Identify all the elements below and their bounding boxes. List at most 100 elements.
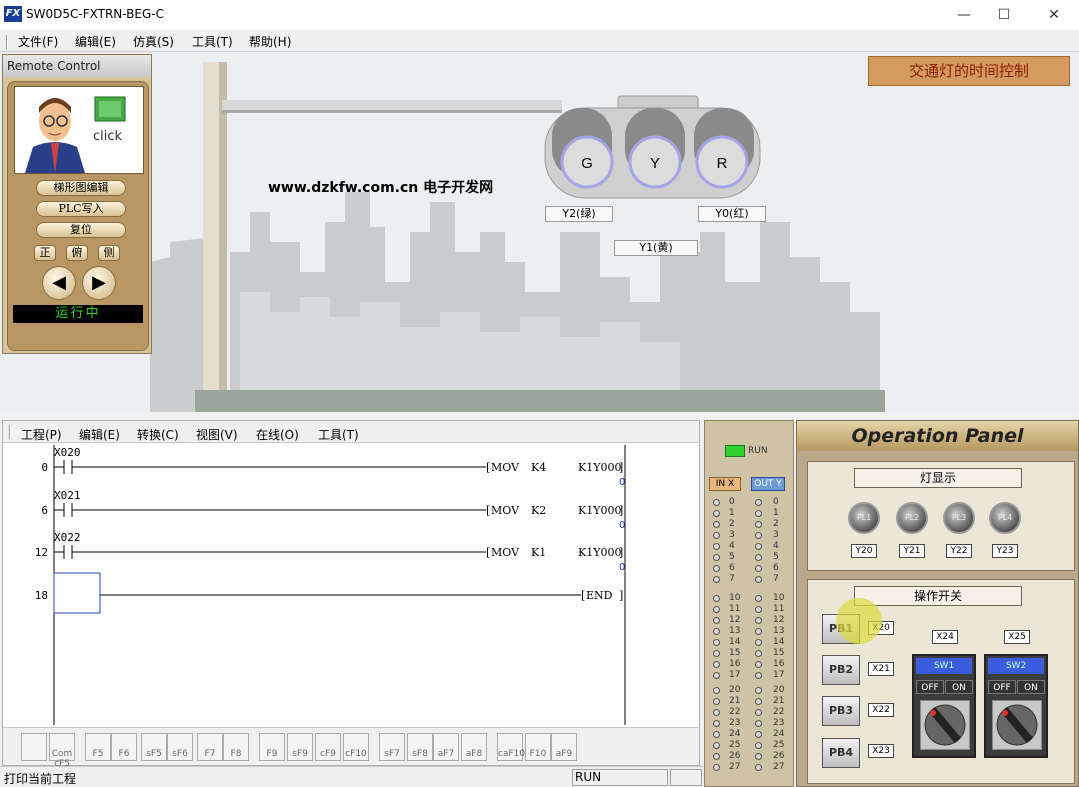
svg-text:X022: X022	[54, 531, 81, 544]
lamp-section: 灯显示 PL1 PL2 PL3 PL4 Y20 Y21 Y22 Y23	[807, 461, 1075, 571]
fkey-button[interactable]: aF8	[461, 733, 487, 761]
input-address-label: 4	[729, 541, 735, 551]
fkey-button[interactable]: F8	[223, 733, 249, 761]
switch-section: 操作开关 PB1 PB2 PB3 PB4 X20 X21 X22 X23 X24…	[807, 579, 1075, 784]
input-address-label: 2	[729, 519, 735, 529]
output-indicator-icon	[755, 554, 762, 561]
status-bar: 打印当前工程 RUN	[0, 766, 705, 787]
svg-text:0: 0	[41, 461, 48, 474]
red-label-tag: Y0(红)	[698, 206, 766, 222]
reset-button[interactable]: 复位	[36, 222, 126, 238]
svg-text:6: 6	[41, 504, 48, 517]
lamp-tag-y22: Y22	[946, 544, 972, 558]
sw1-label: SW1	[916, 658, 972, 674]
fkey-button[interactable]: aF7	[433, 733, 459, 761]
window-title: SW0D5C-FXTRN-BEG-C	[26, 7, 164, 21]
ladder-edit-button[interactable]: 梯形图编辑	[36, 180, 126, 196]
fkey-button[interactable]: sF9	[287, 733, 313, 761]
view-side-button[interactable]: 侧	[98, 245, 120, 261]
push-button-pb2[interactable]: PB2	[822, 655, 860, 685]
ladder-editor: 工程(P) 编辑(E) 转换(C) 视图(V) 在线(O) 工具(T) 0 X0…	[2, 420, 700, 769]
fkey-button[interactable]: cF9	[315, 733, 341, 761]
menu-file[interactable]: 文件(F)	[18, 33, 58, 50]
editor-menu-edit[interactable]: 编辑(E)	[79, 426, 120, 443]
fkey-button[interactable]: sF8	[407, 733, 433, 761]
sw2-label: SW2	[988, 658, 1044, 674]
input-address-label: 7	[729, 574, 735, 584]
svg-text:END: END	[586, 589, 613, 602]
output-address-label: 2	[773, 519, 779, 529]
output-indicator-icon	[755, 742, 762, 749]
fkey-button[interactable]: F9	[259, 733, 285, 761]
input-address-label: 14	[729, 637, 741, 647]
menu-simulate[interactable]: 仿真(S)	[133, 33, 174, 50]
input-address-label: 13	[729, 626, 741, 636]
status-mode: RUN	[572, 769, 668, 786]
editor-menu-project[interactable]: 工程(P)	[21, 426, 62, 443]
scene-graphics: G Y R	[150, 62, 885, 412]
fkey-button[interactable]: cF10	[343, 733, 369, 761]
input-address-label: 10	[729, 593, 741, 603]
red-light-label: R	[717, 155, 728, 172]
output-address-label: 14	[773, 637, 785, 647]
fkey-button[interactable]: F5	[85, 733, 111, 761]
selector-switch-sw1[interactable]: SW1 OFF ON	[912, 654, 976, 758]
close-icon[interactable]: ✕	[1031, 0, 1077, 30]
yellow-light-label: Y	[650, 155, 660, 172]
push-button-pb4[interactable]: PB4	[822, 738, 860, 768]
svg-text:[: [	[581, 589, 585, 602]
svg-text:[: [	[486, 504, 490, 517]
output-address-label: 7	[773, 574, 779, 584]
input-indicator-icon	[713, 617, 720, 624]
svg-text:0: 0	[619, 477, 625, 488]
input-address-label: 27	[729, 762, 741, 772]
arrow-left-icon[interactable]: ◀	[42, 266, 76, 300]
fkey-button[interactable]: F10	[525, 733, 551, 761]
output-indicator-icon	[755, 672, 762, 679]
fkey-button[interactable]: F6	[111, 733, 137, 761]
menu-tools[interactable]: 工具(T)	[192, 33, 233, 50]
status-cell	[670, 769, 702, 786]
editor-menu-online[interactable]: 在线(O)	[256, 426, 299, 443]
output-indicator-icon	[755, 510, 762, 517]
ladder-diagram[interactable]: 0 X020 [ MOV K4 K1Y000 ] 0 6 X021 [ MOV …	[3, 443, 699, 727]
lamp-section-title: 灯显示	[854, 468, 1022, 488]
output-address-label: 25	[773, 740, 785, 750]
svg-text:]: ]	[619, 504, 623, 517]
maximize-icon[interactable]: ☐	[981, 0, 1027, 30]
input-address-label: 6	[729, 563, 735, 573]
editor-menu-tools[interactable]: 工具(T)	[318, 426, 359, 443]
view-front-button[interactable]: 正	[34, 245, 56, 261]
view-top-button[interactable]: 俯	[66, 245, 88, 261]
fkey-button[interactable]: sF5	[141, 733, 167, 761]
input-indicator-icon	[713, 565, 720, 572]
output-address-label: 15	[773, 648, 785, 658]
menu-help[interactable]: 帮助(H)	[249, 33, 291, 50]
svg-text:0: 0	[619, 562, 625, 573]
pb-tag-x22: X22	[868, 703, 894, 717]
fkey-button[interactable]: caF10	[497, 733, 525, 761]
fkey-button[interactable]: aF9	[551, 733, 577, 761]
plc-write-button[interactable]: PLC写入	[36, 201, 126, 217]
main-menu-bar: 文件(F) 编辑(E) 仿真(S) 工具(T) 帮助(H)	[0, 30, 1079, 52]
editor-menu-convert[interactable]: 转换(C)	[137, 426, 179, 443]
fkey-button[interactable]: Com cF5	[49, 733, 75, 769]
input-indicator-icon	[713, 720, 720, 727]
pb-tag-x21: X21	[868, 662, 894, 676]
fkey-button[interactable]: F7	[197, 733, 223, 761]
input-address-label: 11	[729, 604, 741, 614]
menu-edit[interactable]: 编辑(E)	[75, 33, 116, 50]
svg-text:[: [	[486, 546, 490, 559]
arrow-right-icon[interactable]: ▶	[82, 266, 116, 300]
svg-text:]: ]	[619, 546, 623, 559]
output-address-label: 12	[773, 615, 785, 625]
push-button-pb3[interactable]: PB3	[822, 696, 860, 726]
fkey-button[interactable]: sF6	[167, 733, 193, 761]
editor-menu-view[interactable]: 视图(V)	[196, 426, 238, 443]
selector-switch-sw2[interactable]: SW2 OFF ON	[984, 654, 1048, 758]
svg-text:X021: X021	[54, 489, 81, 502]
assistant-portrait[interactable]: click	[14, 86, 144, 174]
output-indicator-icon	[755, 639, 762, 646]
fkey-button[interactable]	[21, 733, 47, 761]
fkey-button[interactable]: sF7	[379, 733, 405, 761]
